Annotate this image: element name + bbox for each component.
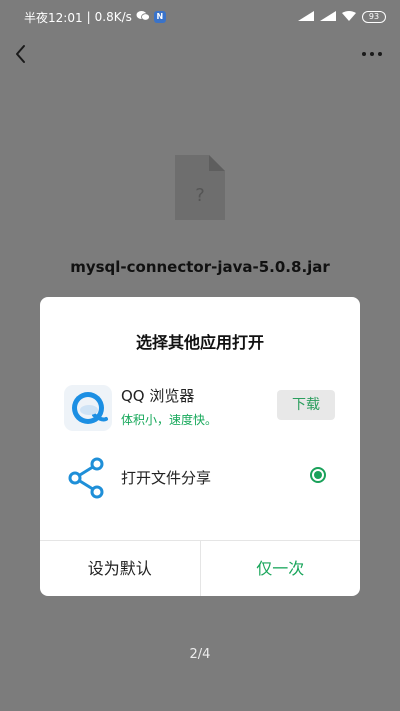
chevron-left-icon — [16, 45, 25, 63]
app-name: 打开文件分享 — [121, 469, 212, 487]
open-with-dialog: 选择其他应用打开 QQ 浏览器 体积小，速度快。 下载 打开文件分享 设为默认 … — [40, 297, 360, 596]
download-button[interactable]: 下载 — [277, 390, 335, 420]
status-time: 半夜12:01 — [24, 10, 83, 25]
set-default-button[interactable]: 设为默认 — [40, 541, 201, 596]
app-subtitle: 体积小，速度快。 — [121, 413, 218, 427]
top-nav — [0, 34, 400, 74]
wifi-icon — [342, 10, 356, 24]
back-button[interactable] — [10, 40, 34, 68]
network-speed: 0.8K/s — [94, 10, 132, 24]
status-divider: | — [86, 10, 91, 24]
signal-icon — [298, 10, 314, 24]
app-text: QQ 浏览器 体积小，速度快。 — [121, 385, 217, 428]
app-name: QQ 浏览器 — [121, 387, 195, 405]
status-bar: 半夜12:01 | 0.8K/s N 93 — [0, 0, 400, 34]
just-once-button[interactable]: 仅一次 — [201, 541, 361, 596]
page-indicator: 2/4 — [189, 647, 211, 662]
unknown-file-icon: ? — [175, 155, 225, 220]
wechat-icon — [136, 10, 150, 25]
app-row-file-share[interactable]: 打开文件分享 — [40, 451, 360, 501]
status-right: 93 — [298, 10, 386, 24]
status-left: 半夜12:01 | 0.8K/s N — [24, 9, 166, 26]
more-options-button[interactable] — [360, 40, 384, 68]
selected-radio[interactable] — [310, 467, 326, 483]
more-dots-icon — [362, 52, 382, 56]
file-icon-glyph: ? — [195, 185, 205, 206]
share-icon — [64, 455, 112, 501]
dialog-title: 选择其他应用打开 — [135, 333, 264, 352]
notification-icon: N — [153, 11, 166, 23]
signal-2-icon — [320, 10, 336, 24]
file-name: mysql-connector-java-5.0.8.jar — [70, 258, 330, 276]
app-row-qq-browser[interactable]: QQ 浏览器 体积小，速度快。 下载 — [40, 381, 360, 431]
battery-icon: 93 — [362, 11, 386, 23]
dialog-footer: 设为默认 仅一次 — [40, 540, 360, 596]
qq-browser-icon — [64, 385, 112, 431]
